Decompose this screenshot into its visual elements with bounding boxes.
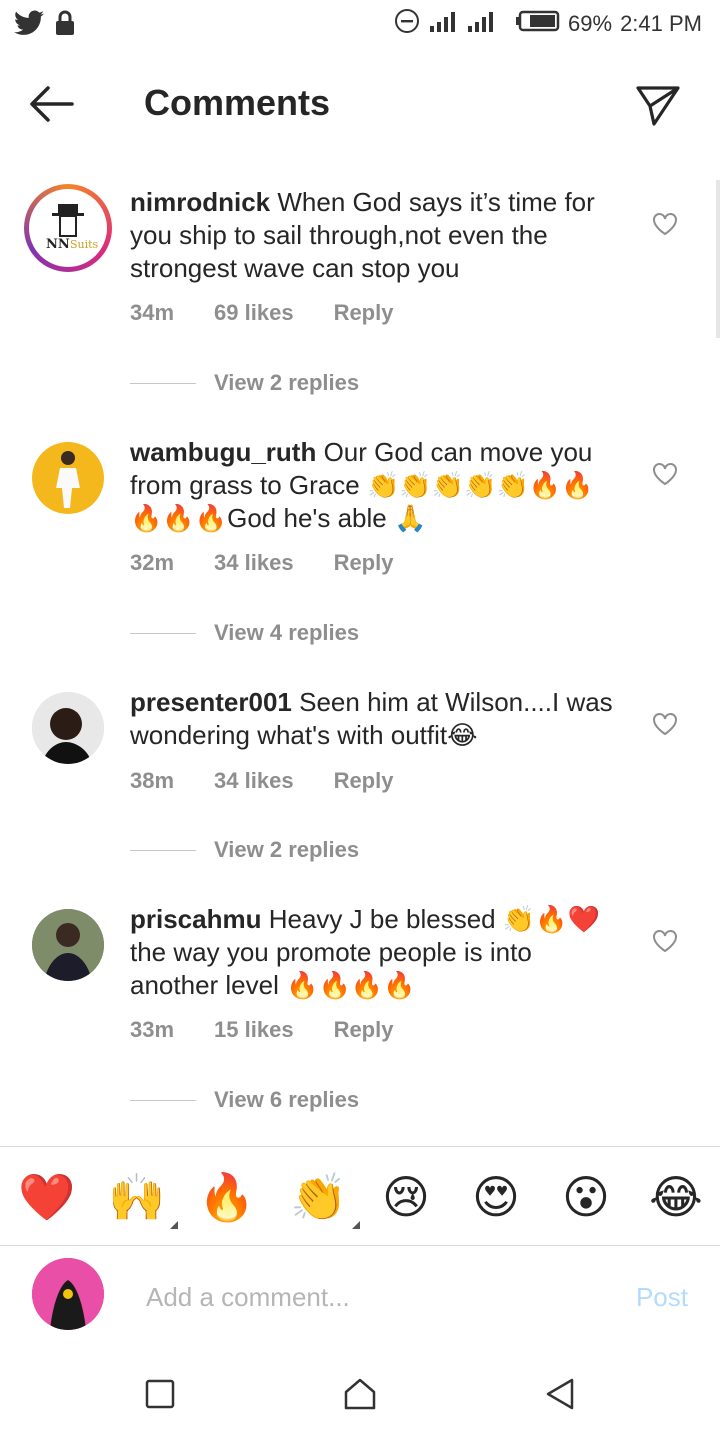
twitter-icon [14,10,44,41]
comment-composer: Post [0,1246,720,1346]
status-bar: 69% 2:41 PM [0,0,720,48]
divider [130,1099,196,1101]
reaction-raised-hands-emoji: 🙌 [108,1171,166,1223]
heart-outline-icon [653,713,677,736]
dnd-icon [394,8,420,40]
view-replies-label: View 2 replies [214,370,360,395]
comment-username[interactable]: wambugu_ruth [130,437,316,467]
reply-button[interactable]: Reply [334,550,394,576]
reply-button[interactable]: Reply [334,1017,394,1043]
heart-outline-icon [653,930,677,953]
back-button[interactable] [26,84,82,128]
comment-text: priscahmu Heavy J be blessed 👏🔥❤️ the wa… [130,903,620,1002]
triangle-back-icon [546,1378,574,1410]
post-button[interactable]: Post [636,1282,688,1313]
comment-text: presenter001 Seen him at Wilson....I was… [130,686,620,752]
reaction-clap-emoji: 👏 [290,1171,348,1223]
like-button[interactable] [652,712,678,736]
android-nav-bar [0,1346,720,1440]
battery-percent: 69% [568,11,613,36]
reaction-fire-button[interactable]: 🔥 [198,1169,255,1225]
reply-button[interactable]: Reply [334,768,394,794]
view-replies-button[interactable]: View 2 replies [130,837,359,863]
comment-likes[interactable]: 34 likes [214,550,294,576]
scrollbar[interactable] [716,180,720,338]
comment-time: 33m [130,1017,175,1042]
signal-icon [428,8,508,40]
person-photo-icon [56,451,80,508]
skin-tone-indicator-icon [352,1221,360,1229]
reaction-surprised-button[interactable]: 😮 [558,1169,614,1225]
battery-icon [516,9,560,39]
home-button[interactable] [342,1376,378,1412]
reply-button[interactable]: Reply [334,300,394,326]
view-replies-label: View 2 replies [214,837,360,862]
send-icon [636,86,680,126]
reaction-clap-button[interactable]: 👏 [290,1169,360,1229]
page-title: Comments [144,82,331,123]
clock: 2:41 PM [620,11,702,36]
reaction-raised-hands-button[interactable]: 🙌 [108,1169,178,1229]
header: Comments [0,48,720,158]
heart-outline-icon [653,463,677,486]
comment-meta: 38m 34 likes Reply [130,768,433,794]
arrow-left-icon [30,86,74,122]
comment-time: 32m [130,550,175,575]
skin-tone-indicator-icon [170,1221,178,1229]
comment-username[interactable]: priscahmu [130,904,262,934]
share-button[interactable] [634,80,682,128]
recents-button[interactable] [142,1376,178,1412]
person-photo-icon [32,909,104,981]
avatar[interactable] [32,442,104,514]
comment-likes[interactable]: 34 likes [214,768,294,794]
avatar[interactable] [32,692,104,764]
like-button[interactable] [652,212,678,236]
person-photo-icon [32,692,104,764]
lock-icon [54,10,76,41]
user-avatar[interactable] [32,1258,104,1330]
comment-time: 38m [130,768,175,793]
comment-username[interactable]: nimrodnick [130,187,270,217]
view-replies-button[interactable]: View 6 replies [130,1087,359,1113]
reaction-cry-button[interactable]: 😢 [378,1169,434,1225]
like-button[interactable] [652,462,678,486]
comment-likes[interactable]: 15 likes [214,1017,294,1043]
square-icon [145,1379,175,1409]
avatar[interactable]: NN Suits [24,184,112,272]
view-replies-button[interactable]: View 4 replies [130,620,359,646]
logo-icon: NN Suits [46,204,98,252]
view-replies-button[interactable]: View 2 replies [130,370,359,396]
svg-text:Suits: Suits [70,238,98,251]
comment-time: 34m [130,300,175,325]
like-button[interactable] [652,929,678,953]
comment-meta: 33m 15 likes Reply [130,1017,433,1043]
reaction-laughing-button[interactable]: 😂 [648,1169,704,1225]
reaction-heart-eyes-button[interactable]: 😍 [468,1169,524,1225]
comment-text: nimrodnick When God says it’s time for y… [130,186,620,285]
comment-username[interactable]: presenter001 [130,687,292,717]
comment-meta: 34m 69 likes Reply [130,300,433,326]
quick-reactions-bar: ❤️ 🙌 🔥 👏 😢 😍 😮 😂 [0,1146,720,1246]
view-replies-label: View 4 replies [214,620,360,645]
home-icon [344,1378,376,1410]
divider [130,382,196,384]
comment-likes[interactable]: 69 likes [214,300,294,326]
view-replies-label: View 6 replies [214,1087,360,1112]
back-nav-button[interactable] [542,1376,578,1412]
comment-input[interactable] [144,1276,588,1318]
comment-text: wambugu_ruth Our God can move you from g… [130,436,620,535]
heart-outline-icon [653,213,677,236]
reaction-heart-button[interactable]: ❤️ [18,1169,75,1225]
divider [130,849,196,851]
comment-meta: 32m 34 likes Reply [130,550,433,576]
person-photo-icon [32,1258,104,1330]
avatar[interactable] [32,909,104,981]
svg-text:NN: NN [46,237,70,252]
divider [130,632,196,634]
